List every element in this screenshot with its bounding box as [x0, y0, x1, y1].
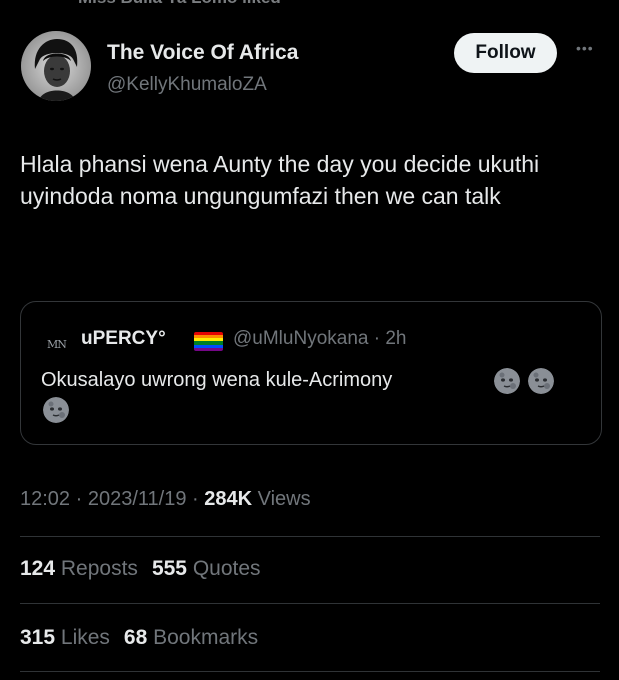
- bookmarks-label: Bookmarks: [153, 626, 259, 649]
- social-context-bar[interactable]: Miss Bulla Ya Lomo liked: [0, 0, 619, 12]
- quoted-tweet[interactable]: MN uPERCY° @uMluNyokana · 2h Okusalayo u…: [20, 301, 602, 445]
- author-name[interactable]: The Voice Of Africa: [107, 41, 298, 65]
- divider: [20, 536, 600, 537]
- follow-button[interactable]: Follow: [454, 33, 557, 73]
- reposts-link[interactable]: 124 Reposts: [20, 557, 138, 580]
- avatar-image: [21, 31, 91, 101]
- bookmarks-link[interactable]: 68 Bookmarks: [124, 626, 258, 649]
- quoted-tweet-text: Okusalayo uwrong wena kule-Acrimony: [41, 369, 393, 391]
- stats-row-likes: 315 Likes 68 Bookmarks: [20, 626, 258, 650]
- reposts-count: 124: [20, 557, 56, 580]
- quoted-author-name: uPERCY°: [81, 328, 166, 349]
- quotes-count: 555: [151, 557, 187, 580]
- stats-row-reposts: 124 Reposts 555 Quotes: [20, 557, 261, 581]
- divider: [20, 603, 600, 604]
- tweet-text: Hlala phansi wena Aunty the day you deci…: [20, 151, 540, 209]
- quotes-link[interactable]: 555 Quotes: [152, 557, 261, 580]
- social-context-text: Miss Bulla Ya Lomo liked: [78, 0, 281, 8]
- new-moon-face-icon: [494, 368, 520, 394]
- bookmarks-count: 68: [123, 626, 148, 649]
- likes-label: Likes: [60, 626, 110, 649]
- rainbow-flag-icon: [194, 332, 223, 351]
- new-moon-face-icon: [43, 397, 69, 423]
- quoted-avatar-logo: MN: [47, 338, 67, 351]
- reposts-label: Reposts: [60, 557, 138, 580]
- views-count: 284K: [204, 488, 253, 510]
- tweet-meta: 12:02 · 2023/11/19 · 284K Views: [20, 488, 311, 511]
- views-label: Views: [257, 488, 311, 510]
- likes-count: 315: [20, 626, 56, 649]
- likes-link[interactable]: 315 Likes: [20, 626, 110, 649]
- avatar[interactable]: [21, 31, 91, 101]
- more-icon[interactable]: •••: [576, 40, 594, 56]
- timestamp[interactable]: 12:02 · 2023/11/19 ·: [20, 488, 199, 510]
- author-handle[interactable]: @KellyKhumaloZA: [107, 74, 267, 96]
- quotes-label: Quotes: [192, 557, 261, 580]
- quoted-handle-time: @uMluNyokana · 2h: [233, 328, 407, 349]
- divider: [20, 671, 600, 672]
- new-moon-face-icon: [528, 368, 554, 394]
